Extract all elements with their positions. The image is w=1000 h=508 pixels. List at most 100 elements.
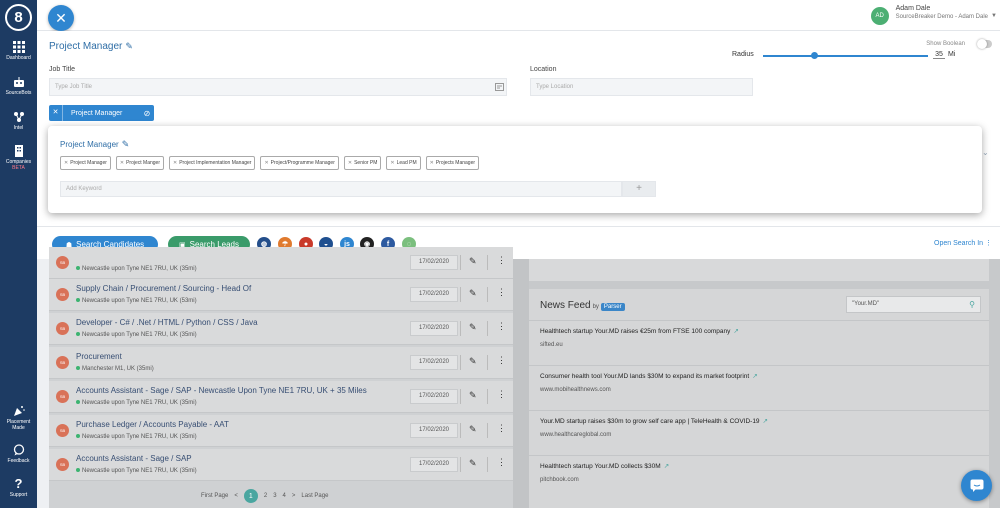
news-item[interactable]: Your.MD startup raises $30m to grow self… — [529, 410, 989, 447]
sidebar-item-support[interactable]: ? Support — [0, 477, 37, 498]
remove-icon[interactable]: ✕ — [264, 160, 268, 166]
external-link-icon[interactable]: ↗ — [763, 418, 768, 425]
more-vertical-icon[interactable]: ⋮ — [497, 389, 506, 400]
job-date: 17/02/2020 — [410, 457, 458, 472]
news-feed-by: by — [592, 304, 599, 310]
synonym-chip[interactable]: ✕ Project Implementation Manager — [169, 156, 256, 170]
add-keyword-button[interactable]: + — [622, 181, 656, 197]
table-row[interactable]: SB Purchase Ledger / Accounts Payable - … — [49, 415, 513, 447]
synonym-chip[interactable]: ✕ Projects Manager — [425, 156, 480, 170]
chevron-down-icon[interactable]: ⌄ — [982, 148, 989, 157]
job-title[interactable]: Developer - C# / .Net / HTML / Python / … — [76, 318, 258, 327]
job-title[interactable]: Purchase Ledger / Accounts Payable - AAT — [76, 420, 229, 429]
search-icon[interactable]: ⚲ — [969, 300, 975, 309]
sidebar-item-feedback[interactable]: Feedback — [0, 444, 37, 464]
remove-icon[interactable]: ✕ — [390, 160, 394, 166]
synonym-label: Project Manager — [70, 160, 107, 166]
pencil-icon[interactable]: ✎ — [125, 41, 133, 51]
job-location: Newcastle upon Tyne NE1 7RU, UK (35mi) — [76, 266, 197, 272]
synonym-label: Lead PM — [396, 160, 417, 166]
pencil-icon[interactable]: ✎ — [469, 458, 477, 469]
external-link-icon[interactable]: ↗ — [733, 328, 738, 335]
more-vertical-icon[interactable]: ⋮ — [497, 287, 506, 298]
table-row[interactable]: SB Accounts Assistant - Sage / SAP - New… — [49, 381, 513, 413]
table-row[interactable]: SB Newcastle upon Tyne NE1 7RU, UK (35mi… — [49, 247, 513, 279]
more-vertical-icon[interactable]: ⋮ — [497, 457, 506, 468]
synonym-label: Senior PM — [354, 160, 378, 166]
table-row[interactable]: SB Procurement Manchester M1, UK (35mi) … — [49, 347, 513, 379]
news-headline[interactable]: Healthtech startup Your.MD collects $30M… — [540, 462, 669, 470]
remove-icon[interactable]: ✕ — [64, 160, 68, 166]
prev-page-button[interactable]: < — [234, 493, 238, 499]
page-button[interactable]: 4 — [283, 493, 286, 499]
news-item[interactable]: Healthtech startup Your.MD collects $30M… — [529, 455, 989, 492]
synonym-chip[interactable]: ✕ Project Manager — [60, 156, 111, 170]
more-vertical-icon[interactable]: ⋮ — [497, 423, 506, 434]
table-row[interactable]: SB Accounts Assistant - Sage / SAP Newca… — [49, 449, 513, 481]
pencil-icon[interactable]: ✎ — [469, 288, 477, 299]
sidebar-item-placement-made[interactable]: Placement Made — [0, 405, 37, 431]
job-title[interactable]: Accounts Assistant - Sage / SAP — [76, 454, 192, 463]
open-search-in-link[interactable]: Open Search In ⋮ — [934, 239, 992, 247]
job-title[interactable]: Supply Chain / Procurement / Sourcing - … — [76, 284, 251, 293]
search-title[interactable]: Project Manager ✎ — [49, 41, 133, 52]
remove-icon[interactable]: ✕ — [173, 160, 177, 166]
news-headline[interactable]: Consumer health tool Your.MD lands $30M … — [540, 372, 758, 380]
page-button-current[interactable]: 1 — [243, 489, 258, 503]
news-headline[interactable]: Your.MD startup raises $30m to grow self… — [540, 417, 768, 425]
user-menu[interactable]: AD Adam Dale SourceBreaker Demo - Adam D… — [870, 5, 997, 27]
news-feed-title: News Feed by Parser — [540, 300, 625, 311]
first-page-link[interactable]: First Page — [201, 493, 228, 499]
table-row[interactable]: SB Supply Chain / Procurement / Sourcing… — [49, 279, 513, 311]
job-title[interactable]: Procurement — [76, 352, 122, 361]
job-title-input[interactable]: Type Job Title — [49, 78, 507, 96]
synonym-chip[interactable]: ✕ Project/Programme Manager — [260, 156, 339, 170]
synonym-chip[interactable]: ✕ Project Manger — [115, 156, 164, 170]
divider — [460, 287, 461, 302]
news-item[interactable]: Consumer health tool Your.MD lands $30M … — [529, 365, 989, 402]
sidebar-item-intel[interactable]: Intel — [0, 111, 37, 131]
next-page-button[interactable]: > — [292, 493, 296, 499]
table-row[interactable]: SB Developer - C# / .Net / HTML / Python… — [49, 313, 513, 345]
synonym-chip[interactable]: ✕ Lead PM — [386, 156, 421, 170]
sidebar-label: Dashboard — [6, 55, 31, 61]
pencil-icon[interactable]: ✎ — [469, 322, 477, 333]
news-search-input[interactable]: "Your.MD" ⚲ — [846, 296, 981, 313]
page-button[interactable]: 3 — [273, 493, 276, 499]
sidebar-item-sourcebots[interactable]: SourceBots — [0, 76, 37, 96]
add-keyword-input[interactable]: Add Keyword — [60, 181, 622, 197]
page-button[interactable]: 2 — [264, 493, 267, 499]
remove-chip-icon[interactable]: ✕ — [49, 105, 63, 121]
pencil-icon[interactable]: ✎ — [469, 390, 477, 401]
radius-value[interactable]: 35 — [933, 51, 945, 59]
pencil-icon[interactable]: ✎ — [469, 424, 477, 435]
radius-slider[interactable] — [763, 55, 928, 57]
job-title-chip[interactable]: ✕ Project Manager ⊘ — [49, 105, 154, 121]
popup-title[interactable]: Project Manager ✎ — [60, 139, 129, 150]
remove-icon[interactable]: ✕ — [430, 160, 434, 166]
more-vertical-icon[interactable]: ⋮ — [497, 255, 506, 266]
close-search-button[interactable]: ✕ — [48, 5, 74, 31]
location-input[interactable]: Type Location — [530, 78, 753, 96]
pencil-icon[interactable]: ✎ — [469, 256, 477, 267]
news-headline[interactable]: Healthtech startup Your.MD raises €25m f… — [540, 327, 739, 335]
show-boolean-toggle[interactable] — [977, 39, 992, 49]
logo[interactable]: 8 — [5, 4, 32, 31]
ban-icon[interactable]: ⊘ — [140, 109, 154, 118]
chat-button[interactable] — [961, 470, 992, 501]
pencil-icon[interactable]: ✎ — [122, 139, 130, 149]
sidebar-item-dashboard[interactable]: Dashboard — [0, 41, 37, 61]
pencil-icon[interactable]: ✎ — [469, 356, 477, 367]
sidebar-item-companies[interactable]: Companies BETA — [0, 145, 37, 171]
last-page-link[interactable]: Last Page — [301, 493, 328, 499]
remove-icon[interactable]: ✕ — [120, 160, 124, 166]
more-vertical-icon[interactable]: ⋮ — [497, 321, 506, 332]
external-link-icon[interactable]: ↗ — [664, 463, 669, 470]
job-title[interactable]: Accounts Assistant - Sage / SAP - Newcas… — [76, 386, 367, 395]
remove-icon[interactable]: ✕ — [348, 160, 352, 166]
synonym-chip[interactable]: ✕ Senior PM — [343, 156, 382, 170]
external-link-icon[interactable]: ↗ — [752, 373, 757, 380]
card-icon[interactable] — [495, 83, 504, 91]
more-vertical-icon[interactable]: ⋮ — [497, 355, 506, 366]
news-item[interactable]: Healthtech startup Your.MD raises €25m f… — [529, 320, 989, 357]
